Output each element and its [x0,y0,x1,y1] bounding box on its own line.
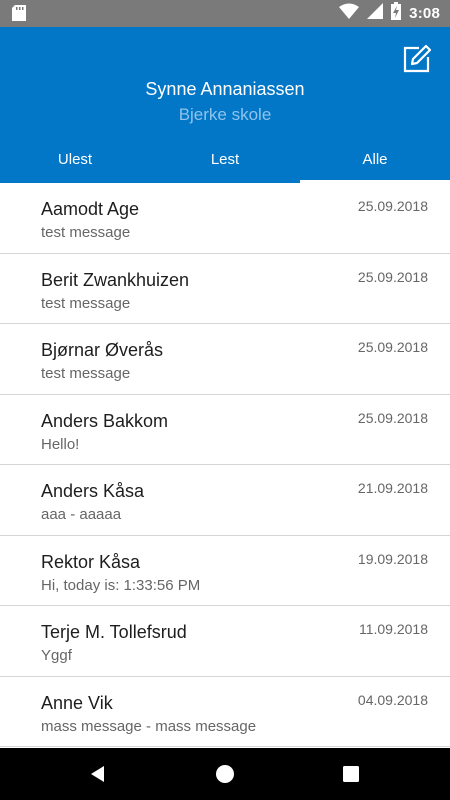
battery-charging-icon [391,2,402,25]
message-row[interactable]: Berit Zwankhuizen test message 25.09.201… [0,253,450,324]
tab-all-label: Alle [362,151,388,168]
message-date: 25.09.2018 [357,198,428,214]
nav-home-button[interactable] [213,762,237,786]
home-icon [213,765,237,790]
message-preview: Hi, today is: 1:33:56 PM [41,576,201,594]
message-row[interactable]: Anders Kåsa aaa - aaaaa 21.09.2018 [0,465,450,536]
message-sender: Anders Kåsa [41,481,145,501]
status-bar: 3:08 [0,0,450,27]
message-date: 19.09.2018 [357,550,428,567]
message-sender: Berit Zwankhuizen [41,269,190,290]
back-icon [86,766,110,790]
message-preview: Yggf [41,647,72,664]
message-sender: Aamodt Age [41,199,140,219]
message-list[interactable]: Aamodt Age test message 25.09.2018 Berit… [0,183,450,748]
message-sender: Terje M. Tollefsrud [41,622,187,642]
nav-recents-button[interactable] [339,762,363,786]
status-time: 3:08 [409,5,440,22]
wifi-icon [339,3,360,24]
tab-all[interactable]: Alle [300,145,450,183]
nav-back-button[interactable] [86,762,110,786]
message-sender: Rektor Kåsa [41,551,141,572]
sd-card-icon [12,5,26,21]
school-name: Bjerke skole [178,105,272,124]
message-row[interactable]: Bjørnar Øverås test message 25.09.2018 [0,324,450,395]
tab-bar: Ulest Lest Alle [0,145,450,183]
tab-unread[interactable]: Ulest [0,145,150,183]
message-row[interactable]: Terje M. Tollefsrud Yggf 11.09.2018 [0,606,450,677]
signal-icon [367,3,384,24]
message-row[interactable]: Anders Bakkom Hello! 25.09.2018 [0,394,450,465]
message-preview: aaa - aaaaa [41,506,122,523]
message-row[interactable]: Aamodt Age test message 25.09.2018 [0,183,450,254]
user-name: Synne Annaniassen [145,79,305,99]
recents-icon [339,766,363,790]
message-preview: Hello! [41,435,80,453]
compose-icon [402,44,432,78]
tab-read[interactable]: Lest [150,145,300,183]
system-nav-bar [0,748,450,800]
message-preview: test message [41,294,131,312]
message-preview: test message [41,365,131,382]
message-date: 25.09.2018 [357,409,428,426]
compose-button[interactable] [402,44,432,74]
message-preview: mass message - mass message [41,717,257,735]
message-date: 25.09.2018 [357,268,428,285]
message-date: 21.09.2018 [357,480,428,496]
message-preview: test message [41,224,131,241]
message-sender: Bjørnar Øverås [41,340,164,360]
message-date: 11.09.2018 [358,621,428,637]
app-header: Synne Annaniassen Bjerke skole Ulest Les… [0,27,450,183]
message-date: 25.09.2018 [357,339,428,355]
message-date: 04.09.2018 [357,691,428,708]
message-sender: Anne Vik [41,692,113,713]
message-row[interactable]: Rektor Kåsa Hi, today is: 1:33:56 PM 19.… [0,535,450,606]
message-sender: Anders Bakkom [41,410,169,431]
message-row[interactable]: Anne Vik mass message - mass message 04.… [0,676,450,747]
